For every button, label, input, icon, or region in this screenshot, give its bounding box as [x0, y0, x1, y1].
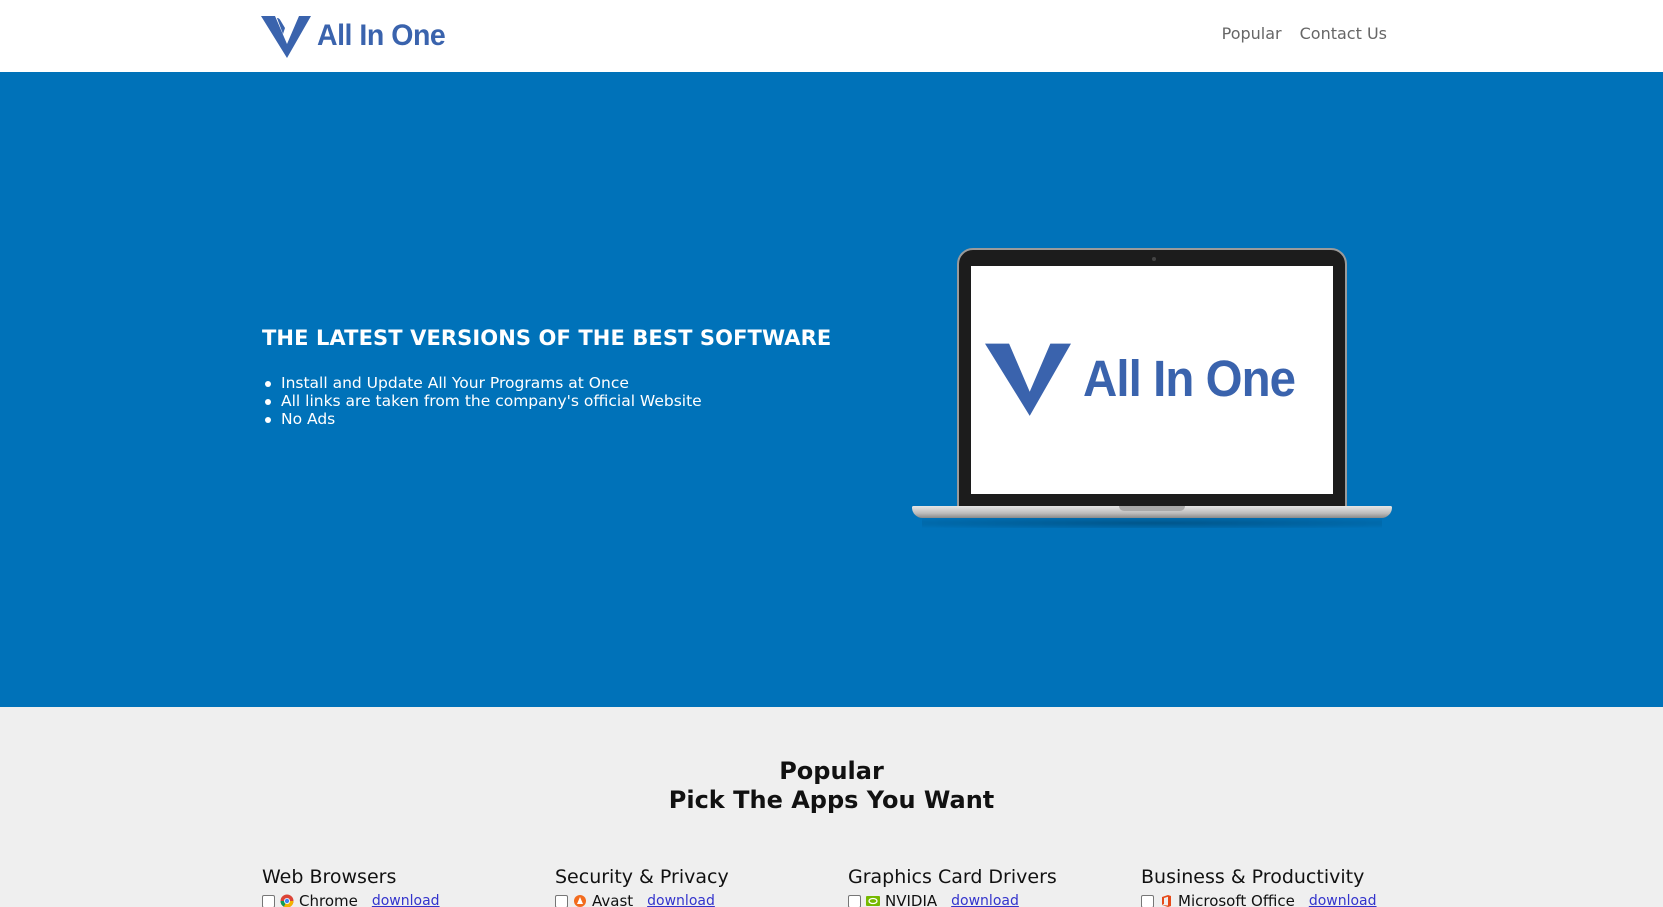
- logo-check-icon: [261, 16, 311, 58]
- screen-logo-text: All In One: [1083, 349, 1296, 407]
- app-checkbox[interactable]: [262, 894, 275, 907]
- popular-section: Popular Pick The Apps You Want Web Brows…: [0, 707, 1663, 907]
- laptop-shadow: [922, 518, 1382, 528]
- screen-logo: All In One: [985, 340, 1311, 416]
- download-link[interactable]: download: [951, 893, 1019, 907]
- category-column: Security & Privacy Avast download: [555, 866, 848, 907]
- feature-item: Install and Update All Your Programs at …: [262, 374, 702, 392]
- laptop-base: [912, 506, 1392, 518]
- category-title: Web Browsers: [262, 866, 397, 888]
- chrome-icon: [280, 894, 294, 907]
- app-name: Microsoft Office: [1178, 892, 1295, 907]
- category-column: Graphics Card Drivers NVIDIA download: [848, 866, 1141, 907]
- feature-item: No Ads: [262, 410, 702, 428]
- hero-title: THE LATEST VERSIONS OF THE BEST SOFTWARE: [262, 326, 832, 350]
- category-columns: Web Browsers Chrome download Security & …: [262, 866, 1434, 907]
- laptop-camera: [1152, 257, 1156, 261]
- avast-icon: [574, 895, 586, 907]
- app-row: Microsoft Office download: [1141, 892, 1434, 907]
- download-link[interactable]: download: [372, 893, 440, 907]
- nvidia-icon: [866, 896, 880, 906]
- download-link[interactable]: download: [1309, 893, 1377, 907]
- app-name: Avast: [592, 892, 634, 907]
- category-column: Web Browsers Chrome download: [262, 866, 555, 907]
- nav-link-popular[interactable]: Popular: [1222, 24, 1282, 43]
- laptop-lid: All In One: [957, 248, 1347, 510]
- category-title: Business & Productivity: [1141, 866, 1365, 888]
- category-title: Graphics Card Drivers: [848, 866, 1057, 888]
- category-column: Business & Productivity Microsoft Office…: [1141, 866, 1434, 907]
- site-header: All In One Popular Contact Us: [0, 0, 1663, 72]
- category-title: Security & Privacy: [555, 866, 729, 888]
- main-nav: Popular Contact Us: [1222, 24, 1387, 43]
- logo[interactable]: All In One: [261, 14, 452, 58]
- app-name: NVIDIA: [885, 892, 938, 907]
- feature-item: All links are taken from the company's o…: [262, 392, 702, 410]
- nav-link-contact-us[interactable]: Contact Us: [1300, 24, 1387, 43]
- popular-subtitle: Pick The Apps You Want: [668, 786, 995, 814]
- app-checkbox[interactable]: [848, 894, 861, 907]
- logo-text: All In One: [317, 19, 446, 52]
- app-checkbox[interactable]: [1141, 894, 1154, 907]
- office-icon: [1162, 895, 1171, 907]
- popular-heading: Popular Pick The Apps You Want: [0, 757, 1663, 815]
- laptop-notch: [1119, 506, 1185, 511]
- app-row: Avast download: [555, 892, 848, 907]
- logo-check-icon: [985, 343, 1071, 416]
- laptop-illustration: All In One: [912, 248, 1392, 608]
- hero-section: THE LATEST VERSIONS OF THE BEST SOFTWARE…: [0, 72, 1663, 707]
- laptop-screen: All In One: [971, 266, 1333, 494]
- app-name: Chrome: [299, 892, 358, 907]
- popular-title: Popular: [779, 757, 884, 785]
- app-checkbox[interactable]: [555, 894, 568, 907]
- app-row: Chrome download: [262, 892, 555, 907]
- download-link[interactable]: download: [647, 893, 715, 907]
- feature-list: Install and Update All Your Programs at …: [262, 374, 702, 428]
- app-row: NVIDIA download: [848, 892, 1141, 907]
